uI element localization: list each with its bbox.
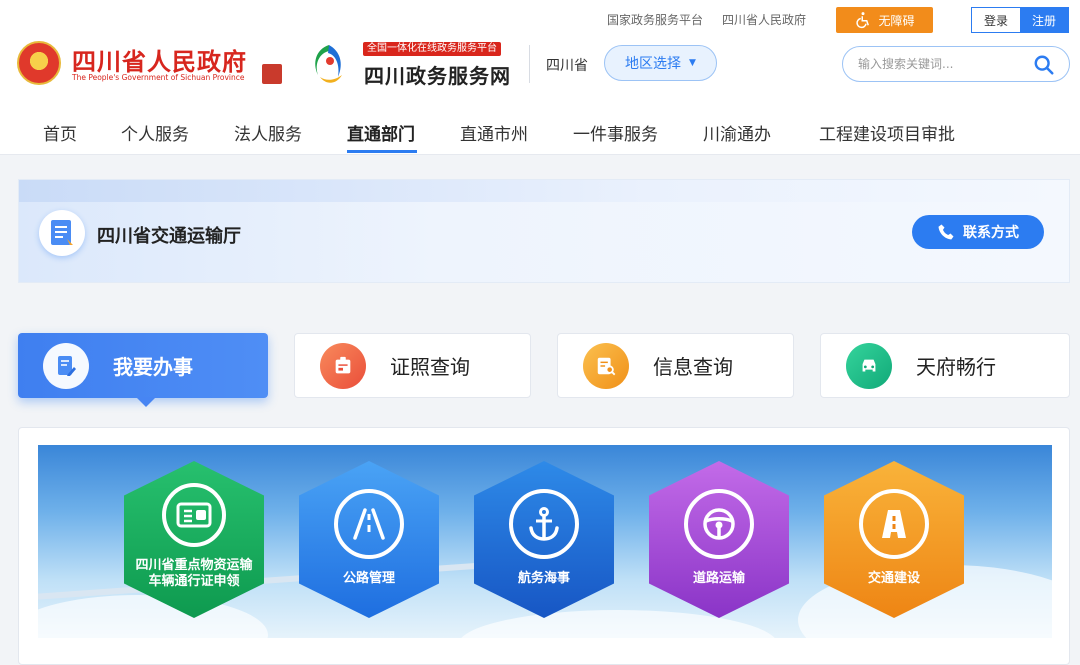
tab-tianfu-travel[interactable]: 天府畅行 xyxy=(820,333,1070,398)
department-icon xyxy=(39,210,85,256)
tab-icon-wrap xyxy=(583,342,629,389)
active-tab-pointer xyxy=(136,397,156,407)
portal-logo[interactable] xyxy=(306,41,352,87)
service-label: 道路运输 xyxy=(692,571,745,586)
phone-icon xyxy=(938,224,954,240)
vehicle-pass-icon xyxy=(176,502,212,528)
national-emblem-logo[interactable] xyxy=(17,41,61,85)
search-icon[interactable] xyxy=(1033,54,1055,76)
service-icon-ring xyxy=(162,483,226,547)
header-divider xyxy=(529,45,530,83)
service-label: 交通建设 xyxy=(867,571,920,586)
search-box xyxy=(842,46,1070,82)
nav-item-legal-services[interactable]: 法人服务 xyxy=(234,120,302,145)
portal-title[interactable]: 四川政务服务网 xyxy=(364,60,511,89)
seal-logo xyxy=(262,64,282,84)
document-icon xyxy=(51,220,73,245)
nav-active-indicator xyxy=(347,150,417,153)
accessibility-button[interactable]: 无障碍 xyxy=(836,7,933,33)
nav-item-home[interactable]: 首页 xyxy=(43,120,77,145)
service-road-transport[interactable]: 道路运输 xyxy=(649,461,789,618)
nav-item-personal-services[interactable]: 个人服务 xyxy=(121,120,189,145)
portal-tag: 全国一体化在线政务服务平台 xyxy=(363,42,501,56)
main-nav: 首页 个人服务 法人服务 直通部门 直通市州 一件事服务 川渝通办 工程建设项目… xyxy=(0,112,1080,154)
service-vehicle-pass[interactable]: 四川省重点物资运输车辆通行证申领 xyxy=(124,461,264,618)
bridge-illustration xyxy=(38,558,537,601)
edit-document-icon xyxy=(58,355,76,376)
tab-label: 天府畅行 xyxy=(916,355,996,379)
tab-icon-wrap xyxy=(43,342,89,389)
tab-handle-affairs[interactable]: 我要办事 xyxy=(18,333,268,407)
accessibility-label: 无障碍 xyxy=(878,13,915,28)
nav-item-cities[interactable]: 直通市州 xyxy=(460,120,528,145)
nav-item-sichuan-chongqing[interactable]: 川渝通办 xyxy=(703,120,771,145)
caret-down-icon: ▼ xyxy=(689,58,696,68)
current-province: 四川省 xyxy=(546,58,588,74)
top-link-national-platform[interactable]: 国家政务服务平台 xyxy=(607,11,703,28)
banner-stripe xyxy=(19,180,1069,202)
gov-subtitle: The People's Government of Sichuan Provi… xyxy=(72,73,245,82)
search-input[interactable] xyxy=(858,55,1028,73)
tab-label: 信息查询 xyxy=(653,355,733,379)
nav-item-one-thing-services[interactable]: 一件事服务 xyxy=(573,120,658,145)
certificate-icon xyxy=(335,356,351,373)
tab-label: 我要办事 xyxy=(113,355,193,379)
wheelchair-icon xyxy=(856,12,870,29)
service-icon-ring xyxy=(859,489,929,559)
nav-item-departments[interactable]: 直通部门 xyxy=(347,120,415,145)
service-maritime[interactable]: 航务海事 xyxy=(474,461,614,618)
register-button[interactable]: 注册 xyxy=(1020,8,1068,32)
car-icon xyxy=(862,359,876,371)
service-label: 公路管理 xyxy=(342,571,395,586)
service-icon-ring xyxy=(684,489,754,559)
region-select-button[interactable]: 地区选择 ▼ xyxy=(604,45,717,81)
gov-title[interactable]: 四川省人民政府 xyxy=(72,42,247,77)
department-name: 四川省交通运输厅 xyxy=(97,226,241,247)
service-icon-ring xyxy=(334,489,404,559)
auth-buttons: 登录 注册 xyxy=(971,7,1069,33)
region-select-label: 地区选择 xyxy=(625,56,682,72)
service-highway-management[interactable]: 公路管理 xyxy=(299,461,439,618)
service-transport-construction[interactable]: 交通建设 xyxy=(824,461,964,618)
highway-icon xyxy=(882,510,906,538)
department-banner: 四川省交通运输厅 联系方式 xyxy=(18,179,1070,283)
top-links: 国家政务服务平台 四川省人民政府 xyxy=(607,11,806,28)
tab-license-query[interactable]: 证照查询 xyxy=(294,333,531,398)
service-label: 四川省重点物资运输车辆通行证申领 xyxy=(135,558,253,589)
anchor-icon xyxy=(529,507,559,541)
contact-label: 联系方式 xyxy=(963,225,1019,241)
tab-icon-wrap xyxy=(320,342,366,389)
tab-label: 证照查询 xyxy=(390,355,470,379)
contact-button[interactable]: 联系方式 xyxy=(912,215,1044,249)
service-icon-ring xyxy=(509,489,579,559)
login-button[interactable]: 登录 xyxy=(972,8,1020,32)
nav-item-construction-approval[interactable]: 工程建设项目审批 xyxy=(819,120,955,145)
top-link-sichuan-government[interactable]: 四川省人民政府 xyxy=(722,11,806,28)
site-header: 国家政务服务平台 四川省人民政府 无障碍 登录 注册 四川省人民政府 The P… xyxy=(0,0,1080,155)
steering-wheel-icon xyxy=(703,508,735,540)
service-label: 航务海事 xyxy=(517,571,570,586)
tab-info-query[interactable]: 信息查询 xyxy=(557,333,794,398)
search-document-icon xyxy=(597,357,616,375)
tab-icon-wrap xyxy=(846,342,892,389)
road-icon xyxy=(353,508,385,540)
